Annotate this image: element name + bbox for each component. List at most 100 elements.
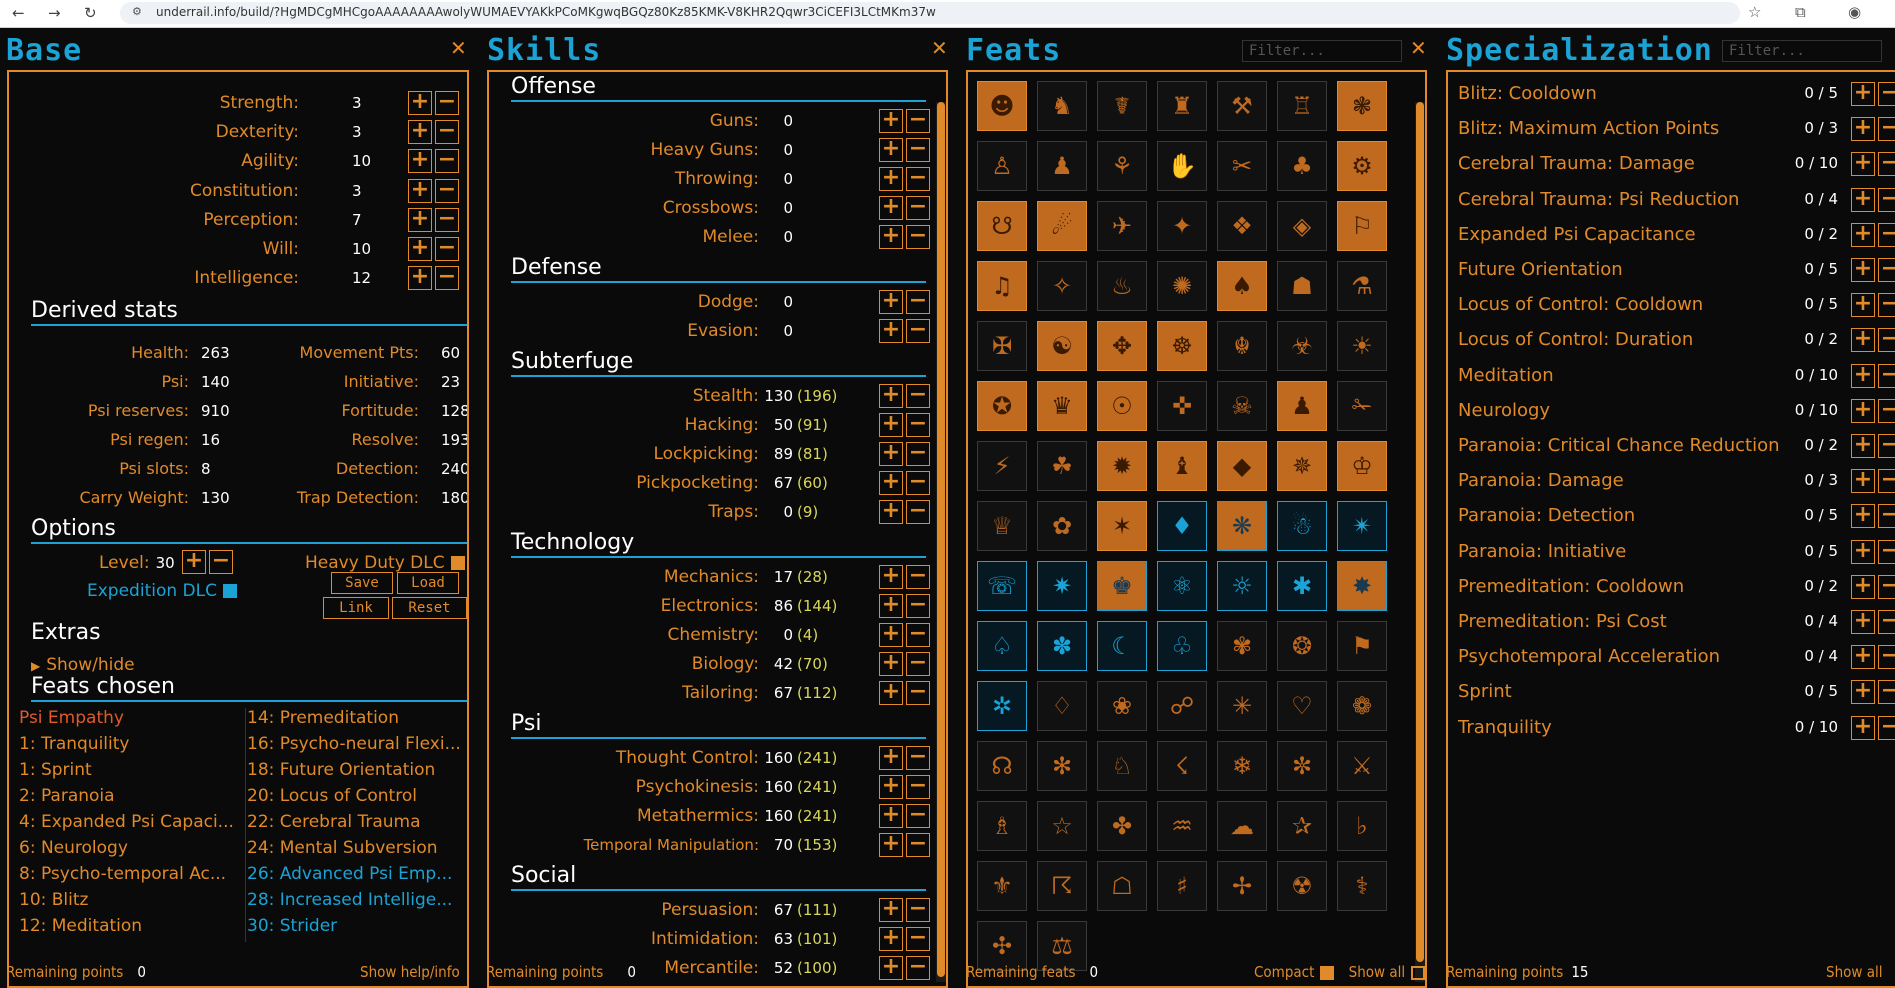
plus-button[interactable]: + <box>879 898 903 922</box>
minus-button[interactable]: − <box>906 138 930 162</box>
feat-icon[interactable]: ♛ <box>1037 381 1087 431</box>
minus-button[interactable]: − <box>1878 222 1895 247</box>
minus-button[interactable]: − <box>1878 610 1895 634</box>
feat-icon[interactable]: ✶ <box>1097 501 1147 551</box>
chosen-feat[interactable]: 16: Psycho-neural Flexi... <box>247 734 467 754</box>
feat-icon[interactable]: ◈ <box>1277 201 1327 251</box>
feat-icon[interactable]: ♝ <box>1157 441 1207 491</box>
plus-button[interactable]: + <box>408 266 432 291</box>
feat-icon[interactable]: ♗ <box>977 801 1027 851</box>
plus-button[interactable]: + <box>879 681 903 705</box>
minus-button[interactable]: − <box>906 196 930 220</box>
feat-icon[interactable]: ✤ <box>1097 801 1147 851</box>
feat-icon[interactable]: ✻ <box>1037 741 1087 791</box>
minus-button[interactable]: − <box>435 266 459 291</box>
minus-button[interactable]: − <box>1878 574 1895 599</box>
plus-button[interactable]: + <box>1851 398 1875 423</box>
chosen-feat[interactable]: Psi Empathy <box>19 708 234 728</box>
plus-button[interactable]: + <box>879 594 903 618</box>
minus-button[interactable]: − <box>1878 504 1895 529</box>
plus-button[interactable]: + <box>879 109 903 133</box>
feat-icon[interactable]: ✠ <box>977 321 1027 371</box>
expedition-dlc-toggle[interactable]: Expedition DLC <box>87 578 237 604</box>
compact-toggle[interactable]: Compact Show all <box>1254 961 1426 983</box>
feat-icon[interactable]: ✵ <box>1277 441 1327 491</box>
reload-icon[interactable]: ↻ <box>84 4 97 22</box>
feat-icon[interactable]: ♙ <box>977 141 1027 191</box>
feat-icon[interactable]: ☖ <box>1097 861 1147 911</box>
plus-button[interactable]: + <box>879 623 903 647</box>
chosen-feat[interactable]: 8: Psycho-temporal Ac... <box>19 864 234 884</box>
feat-icon[interactable]: ⚐ <box>1337 201 1387 251</box>
plus-button[interactable]: + <box>879 746 903 770</box>
feat-icon[interactable]: ♨ <box>1097 261 1147 311</box>
feat-icon[interactable]: ☼ <box>1217 561 1267 611</box>
feats-filter-input[interactable]: Filter... <box>1242 40 1402 62</box>
reset-button[interactable]: Reset <box>392 597 467 619</box>
feat-icon[interactable]: ☤ <box>1097 81 1147 131</box>
feat-icon[interactable]: ☘ <box>1037 441 1087 491</box>
feat-icon[interactable]: ♡ <box>1277 681 1327 731</box>
minus-button[interactable]: − <box>1878 434 1895 458</box>
plus-button[interactable]: + <box>879 775 903 799</box>
site-info-icon[interactable]: ⚙ <box>132 5 142 18</box>
plus-button[interactable]: + <box>879 138 903 162</box>
feat-icon[interactable]: ✋ <box>1157 141 1207 191</box>
feat-icon[interactable]: ♠ <box>1217 261 1267 311</box>
plus-button[interactable]: + <box>879 442 903 466</box>
feat-icon[interactable]: ⚒ <box>1217 81 1267 131</box>
feat-icon[interactable]: ✜ <box>1157 381 1207 431</box>
feat-icon[interactable]: ♜ <box>1157 81 1207 131</box>
minus-button[interactable]: − <box>906 167 930 191</box>
minus-button[interactable]: − <box>906 681 930 705</box>
minus-button[interactable]: − <box>906 956 930 980</box>
feat-icon[interactable]: ✸ <box>1337 561 1387 611</box>
feat-icon[interactable]: ✰ <box>1277 801 1327 851</box>
feat-icon[interactable]: ✪ <box>977 381 1027 431</box>
minus-button[interactable]: − <box>906 746 930 770</box>
minus-button[interactable]: − <box>1878 187 1895 212</box>
spec-show-all[interactable]: Show all <box>1826 961 1882 983</box>
chosen-feat[interactable]: 24: Mental Subversion <box>247 838 467 858</box>
minus-button[interactable]: − <box>1878 680 1895 705</box>
plus-button[interactable]: + <box>408 178 432 203</box>
feat-icon[interactable]: ⚑ <box>1337 621 1387 671</box>
profile-icon[interactable]: ◉ <box>1848 3 1861 21</box>
feat-icon[interactable]: ⚘ <box>1097 141 1147 191</box>
feat-icon[interactable]: ♖ <box>1277 81 1327 131</box>
minus-button[interactable]: − <box>906 384 930 408</box>
close-icon[interactable]: ✕ <box>450 38 467 58</box>
minus-button[interactable]: − <box>1878 469 1895 494</box>
plus-button[interactable]: + <box>879 956 903 980</box>
plus-button[interactable]: + <box>1851 152 1875 177</box>
scrollbar-thumb[interactable] <box>1416 102 1424 962</box>
close-icon[interactable]: ✕ <box>931 38 948 58</box>
feat-icon[interactable]: ☏ <box>977 561 1027 611</box>
chosen-feat[interactable]: 22: Cerebral Trauma <box>247 812 467 832</box>
feat-icon[interactable]: ✾ <box>1217 621 1267 671</box>
feat-icon[interactable]: ☗ <box>1277 261 1327 311</box>
plus-button[interactable]: + <box>879 167 903 191</box>
feat-icon[interactable]: ♭ <box>1337 801 1387 851</box>
plus-button[interactable]: + <box>1851 574 1875 599</box>
scrollbar-thumb[interactable] <box>937 102 945 977</box>
plus-button[interactable]: + <box>879 413 903 437</box>
feat-icon[interactable]: ⚔ <box>1337 741 1387 791</box>
feat-icon[interactable]: ☀ <box>1337 321 1387 371</box>
feat-icon[interactable]: ❃ <box>1337 81 1387 131</box>
minus-button[interactable]: − <box>435 207 459 232</box>
feat-icon[interactable]: ❀ <box>1097 681 1147 731</box>
feat-icon[interactable]: ♕ <box>977 501 1027 551</box>
chosen-feat[interactable]: 18: Future Orientation <box>247 760 467 780</box>
feat-icon[interactable]: ☬ <box>1217 321 1267 371</box>
forward-icon[interactable]: → <box>48 4 61 22</box>
feat-icon[interactable]: ☯ <box>1037 321 1087 371</box>
minus-button[interactable]: − <box>435 91 459 115</box>
feat-icon[interactable]: ☾ <box>1097 621 1147 671</box>
feat-icon[interactable]: ♢ <box>1037 681 1087 731</box>
minus-button[interactable]: − <box>435 237 459 261</box>
chosen-feat[interactable]: 30: Strider <box>247 916 467 936</box>
chosen-feat[interactable]: 4: Expanded Psi Capaci... <box>19 812 234 832</box>
chosen-feat[interactable]: 20: Locus of Control <box>247 786 467 806</box>
feat-icon[interactable]: ☍ <box>1157 681 1207 731</box>
